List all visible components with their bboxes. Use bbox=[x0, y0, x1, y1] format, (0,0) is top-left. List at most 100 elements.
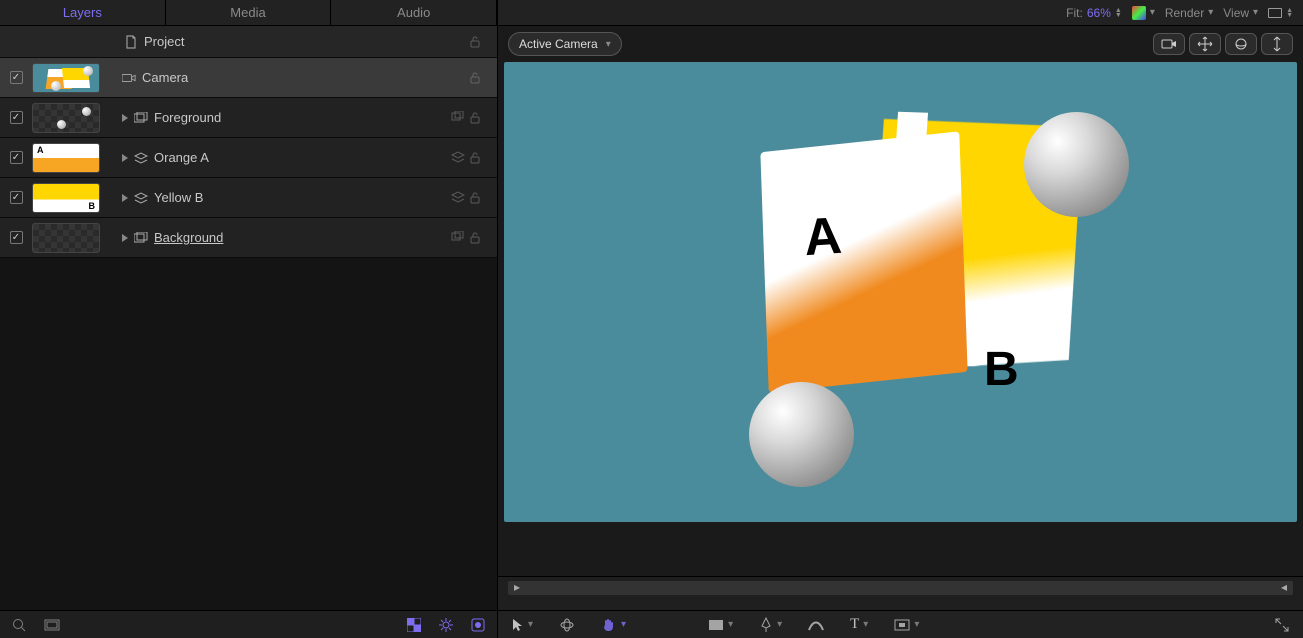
playhead-end-icon[interactable]: ◂ bbox=[1281, 580, 1287, 594]
layer-thumbnail bbox=[32, 223, 100, 253]
viewer-bottombar: ▾ ▾ ▾ ▾ T▾ ▾ bbox=[498, 610, 1303, 638]
aspect-icon bbox=[1268, 8, 1282, 18]
color-channel-dropdown[interactable]: ▾ bbox=[1132, 6, 1155, 20]
disclosure-triangle[interactable] bbox=[122, 114, 128, 122]
lock-icon[interactable] bbox=[469, 71, 483, 85]
tab-layers[interactable]: Layers bbox=[0, 0, 166, 25]
text-tool[interactable]: T▾ bbox=[850, 616, 868, 633]
lock-icon[interactable] bbox=[469, 111, 483, 125]
project-row[interactable]: Project bbox=[0, 26, 497, 58]
stepper-icon: ▲▼ bbox=[1286, 8, 1293, 18]
search-icon[interactable] bbox=[12, 618, 26, 632]
layer-thumbnail bbox=[32, 103, 100, 133]
visibility-checkbox[interactable]: ✓ bbox=[10, 151, 23, 164]
render-dropdown[interactable]: Render ▾ bbox=[1165, 6, 1213, 20]
lock-icon[interactable] bbox=[469, 191, 483, 205]
disclosure-triangle[interactable] bbox=[122, 194, 128, 202]
pass-through-icon[interactable] bbox=[451, 231, 465, 245]
disclosure-triangle[interactable] bbox=[122, 154, 128, 162]
checker-toggle-icon[interactable] bbox=[407, 618, 421, 632]
fit-control[interactable]: Fit: 66% ▲▼ bbox=[1066, 6, 1122, 20]
visibility-checkbox[interactable]: ✓ bbox=[10, 191, 23, 204]
chevron-down-icon: ▾ bbox=[1253, 7, 1258, 18]
view-label: View bbox=[1223, 6, 1249, 20]
visibility-checkbox[interactable]: ✓ bbox=[10, 71, 23, 84]
layer-name: Foreground bbox=[154, 110, 221, 125]
visibility-checkbox[interactable]: ✓ bbox=[10, 231, 23, 244]
tab-audio[interactable]: Audio bbox=[331, 0, 497, 25]
chevron-down-icon: ▾ bbox=[606, 39, 611, 50]
layer-name: Background bbox=[154, 230, 223, 245]
lock-icon[interactable] bbox=[469, 151, 483, 165]
canvas-letter-b: B bbox=[984, 342, 1019, 397]
aspect-dropdown[interactable]: ▲▼ bbox=[1268, 8, 1293, 18]
layer-list[interactable]: Project ✓ Camera bbox=[0, 26, 497, 610]
tab-media[interactable]: Media bbox=[166, 0, 332, 25]
layer-row-yellow-b[interactable]: ✓ Yellow B bbox=[0, 178, 497, 218]
fit-label: Fit: bbox=[1066, 6, 1083, 20]
playhead-start-icon[interactable]: ▸ bbox=[514, 580, 520, 594]
layer-name: Yellow B bbox=[154, 190, 203, 205]
layer-thumbnail bbox=[32, 183, 100, 213]
stack-icon bbox=[134, 151, 148, 165]
viewer-topbar: Fit: 66% ▲▼ ▾ Render ▾ View ▾ ▲▼ bbox=[498, 0, 1303, 26]
lock-icon[interactable] bbox=[469, 231, 483, 245]
gear-icon[interactable] bbox=[439, 618, 453, 632]
mask-icon[interactable] bbox=[471, 618, 485, 632]
canvas-card-a bbox=[760, 131, 967, 392]
canvas-wrap: A B bbox=[498, 62, 1303, 576]
canvas-letter-a: A bbox=[802, 206, 844, 268]
canvas-sphere-top bbox=[1024, 112, 1129, 217]
group-icon bbox=[134, 111, 148, 125]
camera-icon bbox=[122, 71, 136, 85]
mask-tool[interactable]: ▾ bbox=[894, 619, 919, 631]
paint-stroke-tool[interactable] bbox=[808, 618, 824, 632]
pen-tool[interactable]: ▾ bbox=[759, 617, 782, 633]
canvas[interactable]: A B bbox=[504, 62, 1297, 522]
3d-transform-tool[interactable] bbox=[559, 617, 575, 633]
orbit-3d-button[interactable] bbox=[1225, 33, 1257, 55]
frame-icon[interactable] bbox=[44, 619, 60, 631]
disclosure-triangle[interactable] bbox=[122, 234, 128, 242]
camera-dropdown-label: Active Camera bbox=[519, 37, 598, 51]
project-label: Project bbox=[144, 34, 184, 49]
document-icon bbox=[124, 35, 138, 49]
visibility-checkbox[interactable]: ✓ bbox=[10, 111, 23, 124]
layer-thumbnail bbox=[32, 143, 100, 173]
lock-icon[interactable] bbox=[469, 35, 483, 49]
tab-label: Media bbox=[230, 5, 265, 20]
stepper-icon: ▲▼ bbox=[1115, 8, 1122, 18]
canvas-sphere-bottom bbox=[749, 382, 854, 487]
select-tool[interactable]: ▾ bbox=[512, 618, 533, 632]
frame-camera-button[interactable] bbox=[1153, 33, 1185, 55]
layer-row-foreground[interactable]: ✓ Foreground bbox=[0, 98, 497, 138]
layer-row-orange-a[interactable]: ✓ Orange A bbox=[0, 138, 497, 178]
fit-value: 66% bbox=[1087, 6, 1111, 20]
expand-icon[interactable] bbox=[1275, 618, 1289, 632]
pass-through-icon[interactable] bbox=[451, 111, 465, 125]
blend-icon[interactable] bbox=[451, 151, 465, 165]
layers-panel: Layers Media Audio Project ✓ bbox=[0, 0, 498, 638]
tab-label: Audio bbox=[397, 5, 430, 20]
dolly-3d-button[interactable] bbox=[1261, 33, 1293, 55]
group-icon bbox=[134, 231, 148, 245]
layer-row-background[interactable]: ✓ Background bbox=[0, 218, 497, 258]
pan-3d-button[interactable] bbox=[1189, 33, 1221, 55]
mini-timeline[interactable]: ▸ ◂ bbox=[498, 576, 1303, 610]
layer-row-camera[interactable]: ✓ Camera bbox=[0, 58, 497, 98]
timeline-track[interactable]: ▸ ◂ bbox=[508, 581, 1293, 595]
viewer-panel: Fit: 66% ▲▼ ▾ Render ▾ View ▾ ▲▼ Active … bbox=[498, 0, 1303, 638]
hand-tool[interactable]: ▾ bbox=[601, 617, 626, 633]
render-label: Render bbox=[1165, 6, 1204, 20]
view-dropdown[interactable]: View ▾ bbox=[1223, 6, 1258, 20]
color-swatch-icon bbox=[1132, 6, 1146, 20]
camera-dropdown[interactable]: Active Camera ▾ bbox=[508, 32, 622, 56]
sidebar-footer bbox=[0, 610, 497, 638]
camera-tools bbox=[1153, 33, 1293, 55]
rectangle-tool[interactable]: ▾ bbox=[708, 619, 733, 631]
layer-name: Orange A bbox=[154, 150, 209, 165]
blend-icon[interactable] bbox=[451, 191, 465, 205]
stack-icon bbox=[134, 191, 148, 205]
tab-label: Layers bbox=[63, 5, 102, 20]
panel-tabs: Layers Media Audio bbox=[0, 0, 497, 26]
